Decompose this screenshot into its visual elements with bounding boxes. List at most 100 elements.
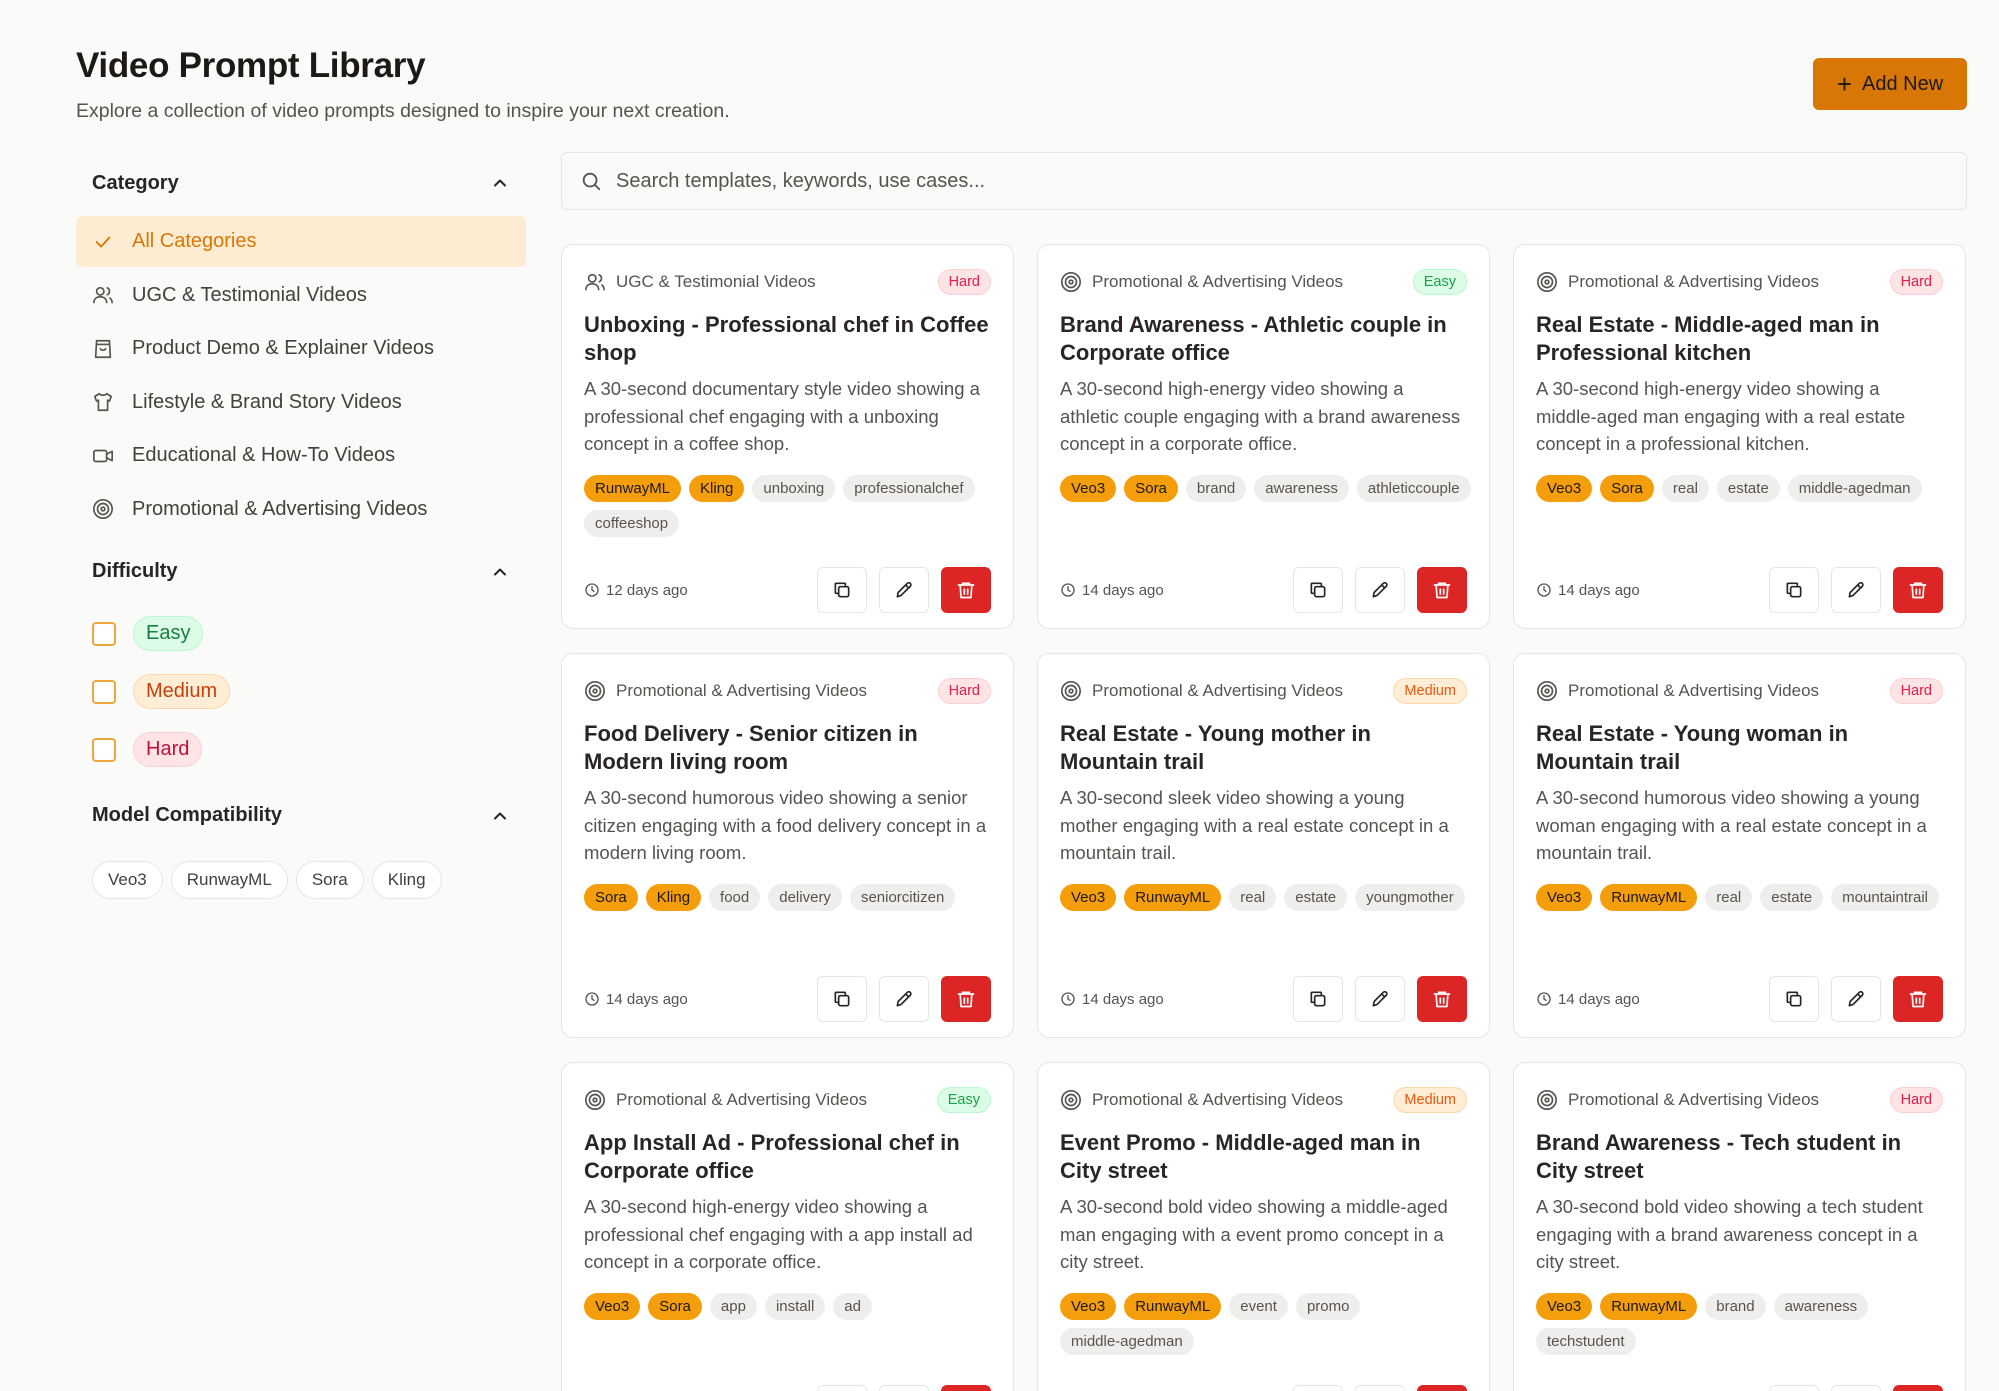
video-icon: [92, 445, 114, 467]
card-header: Promotional & Advertising Videos Hard: [1536, 676, 1943, 706]
sidebar-category-label: Promotional & Advertising Videos: [132, 497, 428, 520]
prompt-card[interactable]: Promotional & Advertising Videos Easy Bran…: [1037, 244, 1490, 629]
difficulty-easy-filter[interactable]: Easy: [76, 605, 526, 663]
category-section-toggle[interactable]: Category: [76, 150, 526, 216]
delete-button[interactable]: [941, 567, 991, 613]
easy-checkbox[interactable]: [92, 621, 116, 646]
edit-button[interactable]: [1831, 567, 1881, 613]
edit-button[interactable]: [879, 976, 929, 1022]
target-icon: [1536, 680, 1558, 702]
copy-button[interactable]: [1769, 567, 1819, 613]
keyword-tag: seniorcitizen: [849, 884, 956, 911]
card-header: Promotional & Advertising Videos Easy: [1060, 267, 1467, 297]
clock-icon: [1537, 583, 1551, 597]
card-header: Promotional & Advertising Videos Medium: [1060, 676, 1467, 706]
model-section-toggle[interactable]: Model Compatibility: [76, 783, 526, 849]
copy-button[interactable]: [817, 1385, 867, 1391]
pencil-icon: [1848, 990, 1864, 1007]
delete-button[interactable]: [1893, 1385, 1943, 1391]
delete-button[interactable]: [941, 976, 991, 1022]
copy-icon: [834, 991, 850, 1007]
clock-icon: [585, 583, 599, 597]
difficulty-medium-filter[interactable]: Medium: [76, 663, 526, 721]
delete-button[interactable]: [1417, 567, 1467, 613]
delete-button[interactable]: [1417, 976, 1467, 1022]
difficulty-title: Difficulty: [92, 560, 178, 583]
card-tags: Sora Kling food delivery seniorcitizen: [584, 884, 1004, 911]
keyword-tag: brand: [1185, 475, 1247, 502]
card-title: Brand Awareness - Tech student in City s…: [1536, 1130, 1902, 1183]
target-icon: [1060, 1089, 1082, 1111]
card-tags: Veo3 Sora real estate middle-agedman: [1536, 475, 1956, 502]
sidebar-category-item[interactable]: UGC & Testimonial Videos: [76, 270, 526, 321]
difficulty-section-toggle[interactable]: Difficulty: [76, 539, 526, 605]
card-footer: 14 days ago: [1060, 976, 1467, 1022]
prompt-card[interactable]: Promotional & Advertising Videos Hard Bran…: [1513, 1062, 1966, 1391]
hard-checkbox[interactable]: [92, 737, 116, 762]
model-tag: Veo3: [584, 1293, 641, 1320]
sidebar-category-item[interactable]: Educational & How-To Videos: [76, 430, 526, 481]
sidebar-category-item[interactable]: Lifestyle & Brand Story Videos: [76, 377, 526, 428]
model-tag: RunwayML: [1600, 884, 1698, 911]
copy-button[interactable]: [1293, 976, 1343, 1022]
delete-button[interactable]: [1417, 1385, 1467, 1391]
keyword-tag: ad: [833, 1293, 872, 1320]
model-chip-veo3[interactable]: Veo3: [92, 860, 163, 899]
edit-button[interactable]: [879, 1385, 929, 1391]
card-time-label: 12 days ago: [606, 581, 688, 599]
search-input[interactable]: [616, 169, 1916, 193]
trash-icon: [1909, 582, 1927, 599]
target-icon: [92, 498, 114, 520]
sidebar-category-label: Lifestyle & Brand Story Videos: [132, 390, 402, 413]
edit-button[interactable]: [1831, 976, 1881, 1022]
copy-button[interactable]: [1293, 567, 1343, 613]
prompt-card[interactable]: Promotional & Advertising Videos Easy App …: [561, 1062, 1014, 1391]
card-footer: 14 days ago: [1060, 567, 1467, 613]
card-title: Food Delivery - Senior citizen in Modern…: [584, 721, 918, 774]
keyword-tag: middle-agedman: [1060, 1328, 1194, 1355]
prompt-card[interactable]: Promotional & Advertising Videos Medium Re…: [1037, 653, 1490, 1038]
edit-button[interactable]: [879, 567, 929, 613]
delete-button[interactable]: [941, 1385, 991, 1391]
copy-button[interactable]: [1293, 1385, 1343, 1391]
keyword-tag: coffeeshop: [584, 510, 680, 537]
copy-button[interactable]: [817, 976, 867, 1022]
card-tags: RunwayML Kling unboxing professionalchef cof…: [584, 475, 1004, 537]
model-tag: Veo3: [1060, 1293, 1117, 1320]
copy-button[interactable]: [817, 567, 867, 613]
medium-checkbox[interactable]: [92, 679, 116, 704]
edit-button[interactable]: [1831, 1385, 1881, 1391]
prompt-card[interactable]: Promotional & Advertising Videos Hard Food…: [561, 653, 1014, 1038]
target-icon: [584, 1089, 606, 1111]
prompt-card[interactable]: Promotional & Advertising Videos Hard Real…: [1513, 244, 1966, 629]
trash-icon: [957, 991, 975, 1008]
card-category: Promotional & Advertising Videos: [1536, 680, 1819, 702]
prompt-card[interactable]: Promotional & Advertising Videos Medium Ev…: [1037, 1062, 1490, 1391]
page-title: Video Prompt Library: [76, 46, 426, 85]
sidebar-category-item[interactable]: Promotional & Advertising Videos: [76, 484, 526, 535]
edit-button[interactable]: [1355, 976, 1405, 1022]
model-chip-runwayml[interactable]: RunwayML: [170, 860, 288, 899]
card-title: Unboxing - Professional chef in Coffee s…: [584, 312, 989, 365]
add-new-button[interactable]: + Add New: [1813, 58, 1967, 110]
delete-button[interactable]: [1893, 976, 1943, 1022]
copy-button[interactable]: [1769, 1385, 1819, 1391]
card-actions: [817, 1385, 991, 1391]
card-category: Promotional & Advertising Videos: [1536, 271, 1819, 293]
model-chip-sora[interactable]: Sora: [295, 860, 364, 899]
prompt-card[interactable]: UGC & Testimonial Videos Hard Unboxing - P…: [561, 244, 1014, 629]
medium-pill: Medium: [133, 674, 231, 710]
copy-icon: [1310, 582, 1326, 598]
edit-button[interactable]: [1355, 1385, 1405, 1391]
sidebar-category-item[interactable]: Product Demo & Explainer Videos: [76, 323, 526, 374]
copy-button[interactable]: [1769, 976, 1819, 1022]
difficulty-hard-filter[interactable]: Hard: [76, 721, 526, 779]
model-chip-kling[interactable]: Kling: [371, 860, 442, 899]
card-title: Real Estate - Middle-aged man in Profess…: [1536, 312, 1880, 365]
prompt-grid: UGC & Testimonial Videos Hard Unboxing - P…: [561, 244, 1967, 1391]
sidebar-category-item[interactable]: All Categories: [76, 216, 526, 267]
delete-button[interactable]: [1893, 567, 1943, 613]
edit-button[interactable]: [1355, 567, 1405, 613]
prompt-card[interactable]: Promotional & Advertising Videos Hard Real…: [1513, 653, 1966, 1038]
model-tag: RunwayML: [1124, 884, 1222, 911]
